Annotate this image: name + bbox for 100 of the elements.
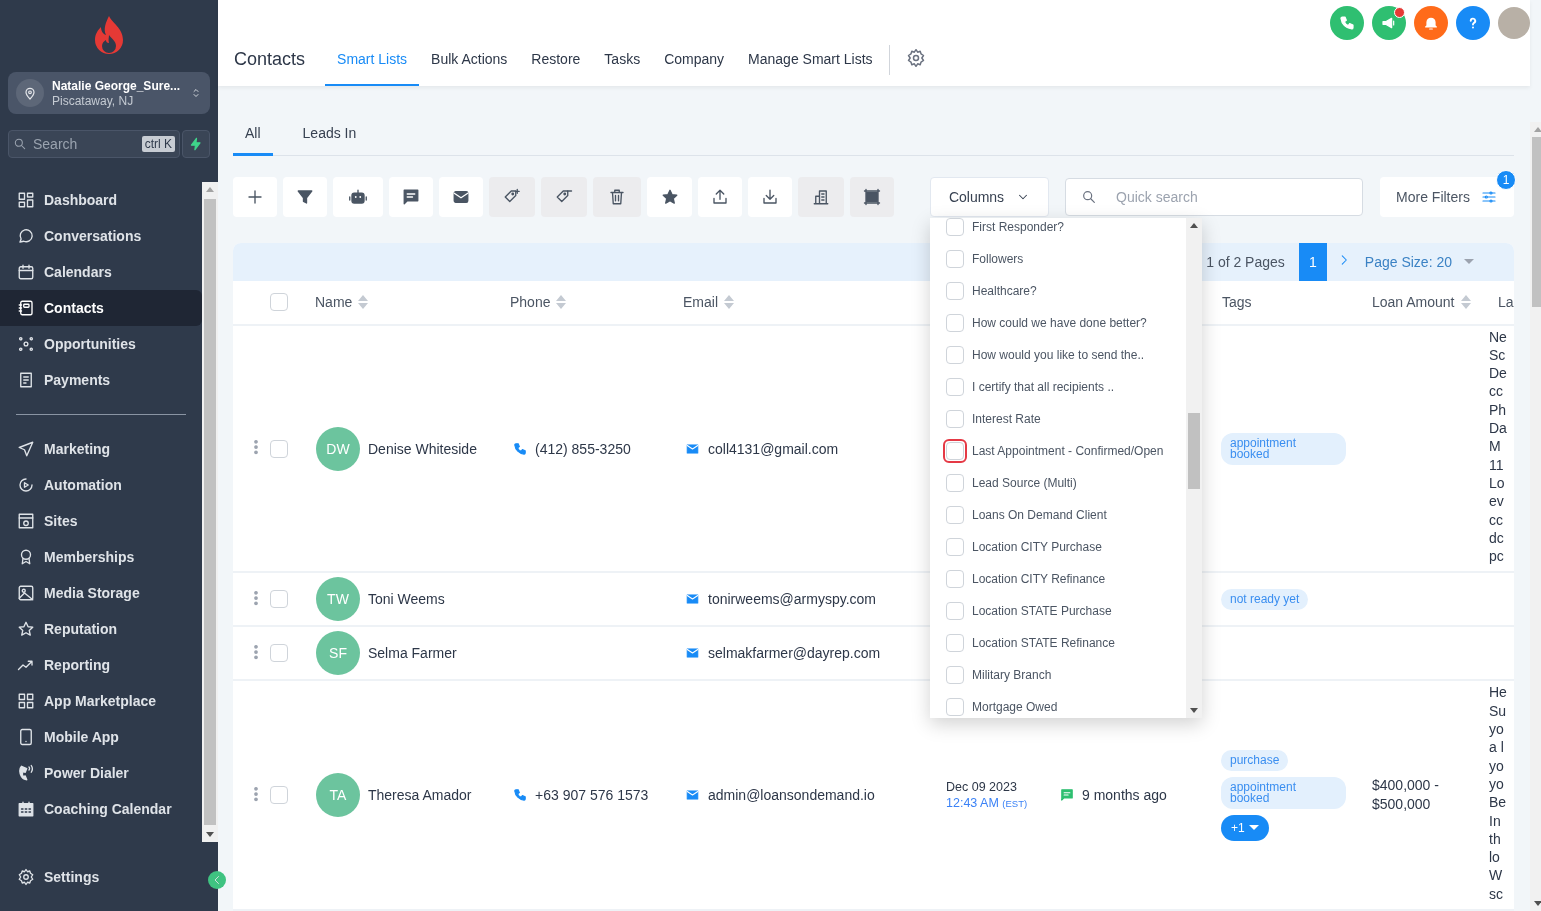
checkbox[interactable] [946,249,964,268]
nav-tab[interactable]: Smart Lists [325,33,420,86]
sidebar-item[interactable]: App Marketplace [0,683,202,719]
email-address[interactable]: selmakfarmer@dayrep.com [708,645,881,662]
scrollbar[interactable] [202,182,218,842]
column-option[interactable]: Loans On Demand Client [930,498,1186,531]
toolbar-button[interactable] [389,176,433,217]
scrollbar[interactable] [1186,217,1202,718]
select-all-checkbox[interactable] [270,293,288,312]
sort-icon[interactable] [724,295,734,310]
phone-button[interactable] [1330,6,1364,40]
checkbox[interactable] [946,473,964,492]
toolbar-button[interactable] [698,176,742,217]
column-header[interactable]: Loan Amount [1372,294,1455,311]
column-option[interactable]: Location CITY Purchase [930,530,1186,563]
columns-dropdown[interactable]: Columns [930,176,1049,217]
contact-name[interactable]: Toni Weems [368,591,445,608]
checkbox[interactable] [946,409,964,428]
email-address[interactable]: tonirweems@armyspy.com [708,591,876,608]
help-button[interactable] [1456,6,1490,40]
checkbox[interactable] [946,633,964,652]
checkbox[interactable] [946,313,964,332]
sidebar-item[interactable]: Reputation [0,611,202,647]
column-option[interactable]: Followers [930,242,1186,275]
quick-action-button[interactable] [182,130,210,158]
sidebar-item[interactable]: Calendars [0,254,202,290]
toolbar-button[interactable] [439,176,483,217]
checkbox[interactable] [946,569,964,588]
column-option[interactable]: Location STATE Refinance [930,626,1186,659]
sort-icon[interactable] [358,295,369,310]
checkbox[interactable] [946,697,964,716]
nav-tab[interactable]: Tasks [592,33,653,86]
sidebar-item[interactable]: Payments [0,362,202,398]
sidebar-item[interactable]: Contacts [0,290,202,326]
column-option[interactable]: Interest Rate [930,402,1186,435]
sort-icon[interactable] [556,295,567,310]
toolbar-button[interactable] [233,176,277,217]
search-field[interactable]: Search ctrl K [8,130,180,158]
column-option[interactable]: Mortgage Owed [930,690,1186,718]
toolbar-button[interactable] [647,176,692,217]
sidebar-item[interactable]: Opportunities [0,326,202,362]
account-switcher[interactable]: Natalie George_Sure... Piscataway, NJ [8,72,210,114]
sidebar-item[interactable]: Coaching Calendar [0,791,202,827]
column-header[interactable]: Phone [510,294,551,311]
email-address[interactable]: coll4131@gmail.com [708,440,839,457]
sidebar-item[interactable]: Dashboard [0,182,202,218]
page-size-dropdown[interactable]: Page Size: 20 [1364,253,1474,270]
row-checkbox[interactable] [270,644,288,663]
column-option[interactable]: Location CITY Refinance [930,562,1186,595]
notifications-button[interactable] [1414,6,1448,40]
column-option[interactable]: Military Branch [930,658,1186,691]
sidebar-item[interactable]: Memberships [0,539,202,575]
column-option[interactable]: How could we have done better? [930,306,1186,339]
checkbox[interactable] [946,537,964,556]
sort-icon[interactable] [1460,295,1471,310]
nav-tab[interactable]: Company [652,33,737,86]
list-tab[interactable]: Leads In [290,112,369,156]
row-checkbox[interactable] [270,590,288,609]
list-tab[interactable]: All [233,112,273,156]
sidebar-item[interactable]: Media Storage [0,575,202,611]
contact-name[interactable]: Denise Whiteside [368,440,477,457]
sidebar-item[interactable]: Power Dialer [0,755,202,791]
sidebar-item[interactable]: Marketing [0,431,202,467]
toolbar-button[interactable] [283,176,327,217]
column-header[interactable]: Name [315,294,353,311]
column-option[interactable]: Location STATE Purchase [930,594,1186,627]
checkbox[interactable] [946,345,964,364]
checkbox[interactable] [946,281,964,300]
checkbox[interactable] [946,217,964,236]
column-option[interactable]: Lead Source (Multi) [930,466,1186,499]
quick-search-field[interactable]: Quick search [1065,177,1363,216]
column-option[interactable]: Healthcare? [930,274,1186,307]
nav-tab[interactable]: Manage Smart Lists [736,33,885,86]
announcement-button[interactable] [1372,6,1406,40]
row-checkbox[interactable] [270,439,288,458]
column-header[interactable]: La [1498,294,1514,311]
column-option[interactable]: Last Appointment - Confirmed/Open [930,434,1186,467]
checkbox[interactable] [946,505,964,524]
settings-item[interactable]: Settings [0,859,187,895]
sidebar-item[interactable]: Conversations [0,218,202,254]
sidebar-item[interactable]: Automation [0,467,202,503]
sidebar-item[interactable]: Mobile App [0,719,202,755]
column-header[interactable]: Tags [1222,294,1252,311]
nav-tab[interactable]: Restore [519,33,593,86]
toolbar-button[interactable] [333,176,383,217]
column-header[interactable]: Email [683,294,718,311]
phone-number[interactable]: (412) 855-3250 [535,440,631,457]
checkbox[interactable] [946,665,964,684]
checkbox[interactable] [946,377,964,396]
row-checkbox[interactable] [270,786,288,805]
column-option[interactable]: How would you like to send the.. [930,338,1186,371]
sidebar-item[interactable]: Sites [0,503,202,539]
column-option[interactable]: First Responder? [930,217,1186,243]
user-avatar[interactable] [1498,7,1530,39]
toolbar-button[interactable] [748,176,792,217]
contact-name[interactable]: Theresa Amador [368,787,472,804]
contact-name[interactable]: Selma Farmer [368,645,457,662]
nav-tab[interactable]: Bulk Actions [419,33,520,86]
column-option[interactable]: I certify that all recipients .. [930,370,1186,403]
email-address[interactable]: admin@loansondemand.io [708,787,875,804]
